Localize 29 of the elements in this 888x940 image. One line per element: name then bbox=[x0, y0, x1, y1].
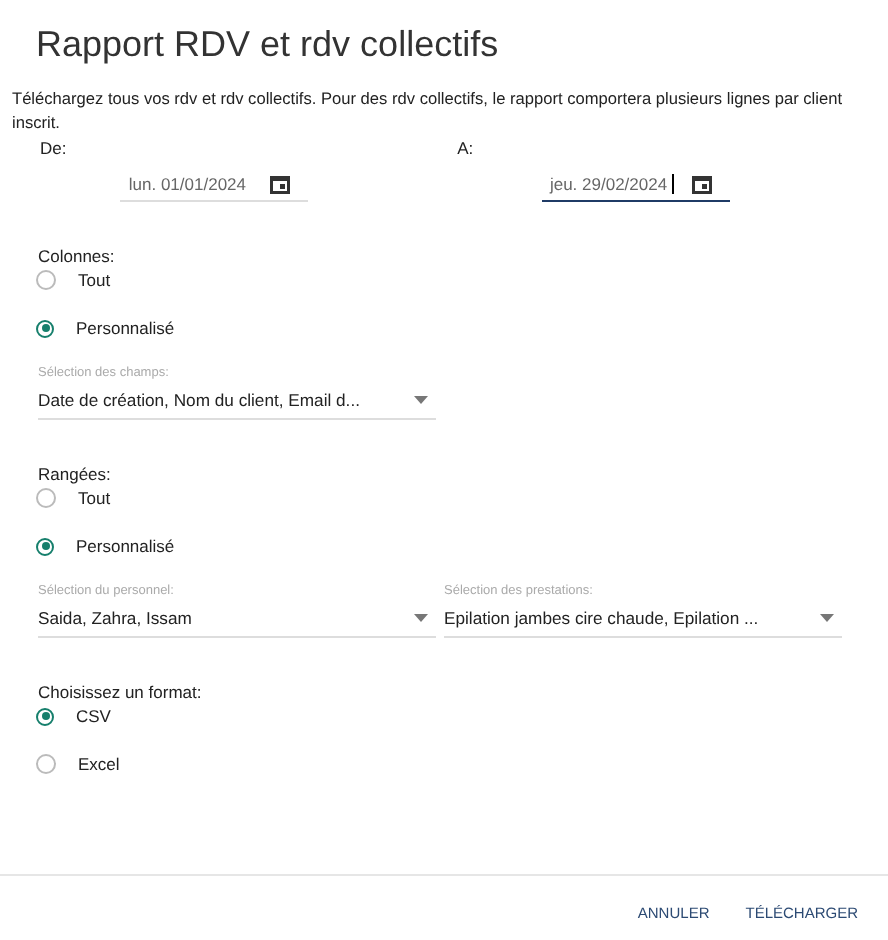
date-field[interactable]: jeu. 29/02/2024 bbox=[541, 170, 730, 202]
dropdown-arrow-icon bbox=[414, 396, 428, 404]
radio-option[interactable]: CSV bbox=[36, 702, 888, 730]
select-field[interactable]: Saida, Zahra, Issam bbox=[38, 598, 436, 638]
radio-icon[interactable] bbox=[36, 707, 54, 725]
section-label: Rangées: bbox=[38, 464, 113, 484]
dropdown-arrow-icon bbox=[820, 614, 834, 622]
section-label: Colonnes: bbox=[38, 246, 117, 266]
radio-icon[interactable] bbox=[36, 319, 54, 337]
section-label: Choisissez un format: bbox=[38, 682, 204, 702]
radio-icon[interactable] bbox=[36, 270, 56, 290]
date-label: A: bbox=[457, 138, 476, 158]
radio-icon[interactable] bbox=[36, 754, 56, 774]
calendar-icon[interactable] bbox=[270, 174, 290, 194]
radio-icon[interactable] bbox=[36, 537, 54, 555]
description-text: Téléchargez tous vos rdv et rdv collectifs. Pour des rdv collectifs, le rapport comportera plusieurs lignes par client inscrit. bbox=[12, 86, 845, 134]
calendar-icon[interactable] bbox=[691, 174, 712, 194]
dialog-title: Rapport RDV et rdv collectifs bbox=[34, 22, 501, 66]
radio-option[interactable]: Personnalisé bbox=[36, 314, 888, 342]
dropdown-arrow-icon bbox=[414, 614, 428, 622]
radio-option[interactable]: Tout bbox=[36, 266, 888, 294]
radio-icon[interactable] bbox=[36, 488, 56, 508]
radio-option[interactable]: Tout bbox=[36, 484, 888, 512]
date-label: De: bbox=[40, 138, 69, 158]
radio-option[interactable]: Excel bbox=[36, 750, 888, 778]
radio-option[interactable]: Personnalisé bbox=[36, 532, 888, 560]
select-field[interactable]: Epilation jambes cire chaude, Epilation ... bbox=[444, 598, 842, 638]
select-field[interactable]: Date de création, Nom du client, Email d... bbox=[38, 380, 436, 420]
date-field[interactable]: lun. 01/01/2024 bbox=[120, 170, 308, 202]
